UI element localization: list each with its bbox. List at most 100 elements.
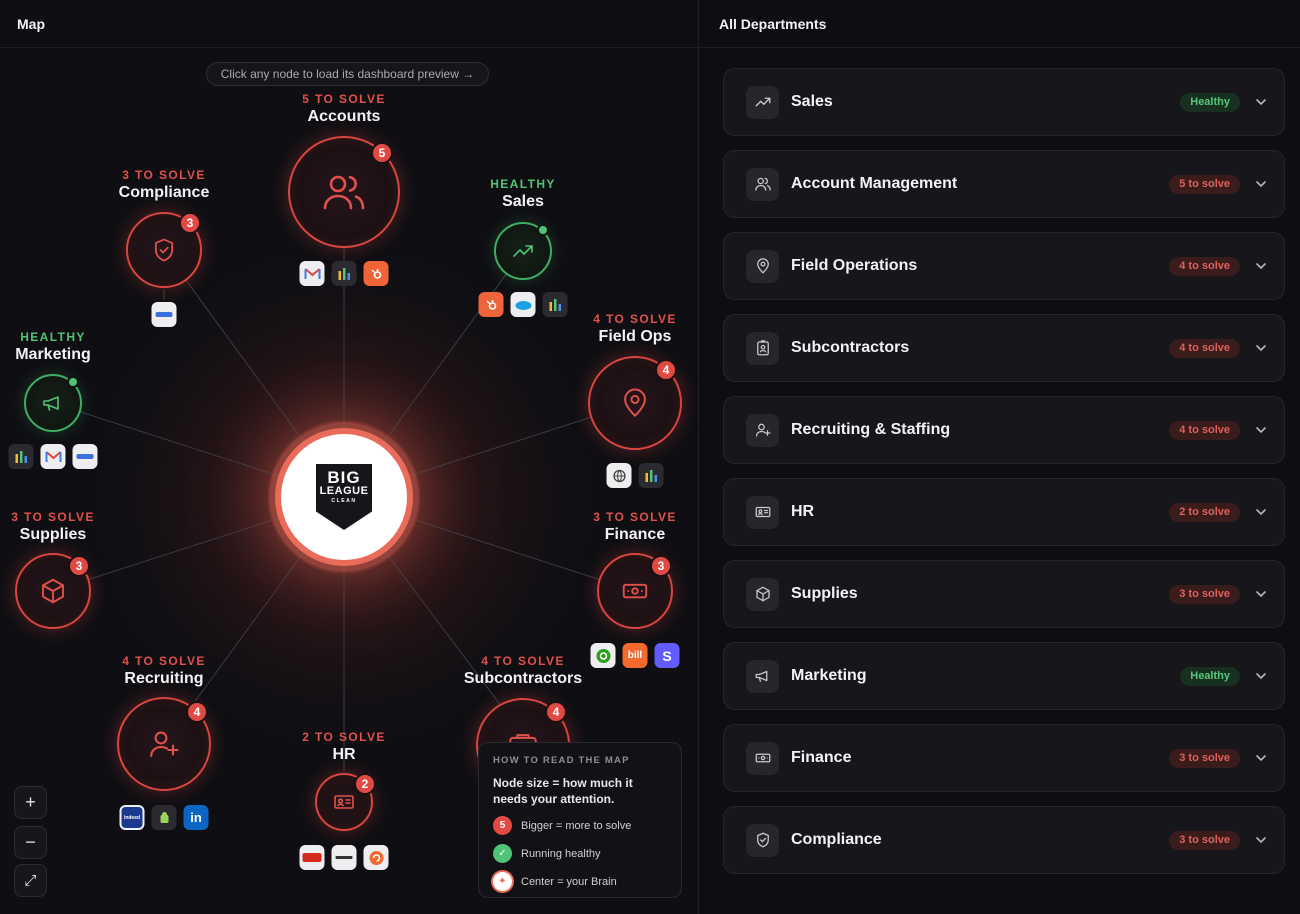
department-card-compliance[interactable]: Compliance 3 to solve xyxy=(723,806,1285,874)
department-card-recruiting-staffing[interactable]: Recruiting & Staffing 4 to solve xyxy=(723,396,1285,464)
banknote-icon xyxy=(746,741,779,775)
chevron-down-icon[interactable] xyxy=(1254,341,1268,355)
id-card-icon xyxy=(334,795,354,809)
megaphone-icon xyxy=(746,659,779,693)
node-badge-accounts: 5 xyxy=(371,142,393,164)
refresh-app-icon xyxy=(363,845,389,870)
node-name: Finance xyxy=(604,526,666,543)
department-name: Account Management xyxy=(791,175,958,192)
department-card-field-operations[interactable]: Field Operations 4 to solve xyxy=(723,232,1285,300)
banknote-icon xyxy=(622,583,648,599)
chevron-down-icon[interactable] xyxy=(1254,423,1268,437)
integrations-recruiting: indeed in xyxy=(119,805,209,830)
node-name: Supplies xyxy=(19,526,87,543)
shield-check-icon xyxy=(154,238,174,262)
department-card-sales[interactable]: Sales Healthy xyxy=(723,68,1285,136)
node-badge-hr: 2 xyxy=(354,773,376,795)
integrations-compliance xyxy=(151,302,177,327)
dashboard-bars-icon xyxy=(8,444,34,469)
department-card-finance[interactable]: Finance 3 to solve xyxy=(723,724,1285,792)
chevron-down-icon[interactable] xyxy=(1254,505,1268,519)
fit-view-button[interactable]: ⤢ xyxy=(14,864,47,897)
hubspot-icon xyxy=(363,261,389,286)
departments-panel: All Departments Sales Healthy Account Ma… xyxy=(699,0,1300,914)
legend-text: Center = your Brain xyxy=(521,875,617,888)
chevron-down-icon[interactable] xyxy=(1254,177,1268,191)
logo-line-2: LEAGUE xyxy=(319,485,369,498)
map-panel-title: Map xyxy=(0,0,698,48)
status-badge: 4 to solve xyxy=(1169,338,1240,358)
dashboard-bars-icon xyxy=(638,463,664,488)
center-brain-logo[interactable]: BIG LEAGUE CLEAN xyxy=(281,434,407,560)
trending-up-icon xyxy=(746,85,779,119)
integrations-field-ops xyxy=(606,463,664,488)
node-badge-subcontractors: 4 xyxy=(545,701,567,723)
legend-text: Running healthy xyxy=(521,847,601,860)
megaphone-icon xyxy=(43,396,59,411)
node-badge-finance: 3 xyxy=(650,555,672,577)
department-card-hr[interactable]: HR 2 to solve xyxy=(723,478,1285,546)
status-badge: 5 to solve xyxy=(1169,174,1240,194)
status-badge: Healthy xyxy=(1180,92,1240,112)
integrations-accounts xyxy=(299,261,389,286)
chevron-down-icon[interactable] xyxy=(1254,833,1268,847)
globe-app-icon xyxy=(606,463,632,488)
node-status: HEALTHY xyxy=(490,177,556,191)
department-card-account-management[interactable]: Account Management 5 to solve xyxy=(723,150,1285,218)
big-league-clean-logo: BIG LEAGUE CLEAN xyxy=(316,464,372,530)
salesforce-icon xyxy=(510,292,536,317)
legend-row-center: ✦ Center = your Brain xyxy=(493,872,667,891)
node-badge-recruiting: 4 xyxy=(186,701,208,723)
node-label-field-ops: 4 TO SOLVE Field Ops xyxy=(593,312,677,346)
chevron-down-icon[interactable] xyxy=(1254,259,1268,273)
chevron-down-icon[interactable] xyxy=(1254,669,1268,683)
integrations-finance: bill S xyxy=(590,643,680,668)
zoom-out-button[interactable]: − xyxy=(14,826,47,859)
zoom-in-button[interactable]: + xyxy=(14,786,47,819)
node-name: Sales xyxy=(502,193,544,210)
department-card-subcontractors[interactable]: Subcontractors 4 to solve xyxy=(723,314,1285,382)
node-name: Marketing xyxy=(15,346,91,363)
node-status: 3 TO SOLVE xyxy=(593,510,677,524)
shield-icon xyxy=(746,823,779,857)
trending-up-icon xyxy=(513,245,533,257)
legend-text: Bigger = more to solve xyxy=(521,819,632,832)
departments-panel-title: All Departments xyxy=(699,0,1300,48)
gmail-icon xyxy=(40,444,66,469)
legend-row-bigger: 5 Bigger = more to solve xyxy=(493,816,667,835)
node-status: 4 TO SOLVE xyxy=(593,312,677,326)
node-name: Compliance xyxy=(118,184,210,201)
node-badge-field-ops: 4 xyxy=(655,359,677,381)
status-badge: 3 to solve xyxy=(1169,748,1240,768)
indeed-icon: indeed xyxy=(119,805,145,830)
node-label-sales: HEALTHY Sales xyxy=(490,177,556,211)
department-name: HR xyxy=(791,503,815,520)
department-card-marketing[interactable]: Marketing Healthy xyxy=(723,642,1285,710)
chevron-down-icon[interactable] xyxy=(1254,587,1268,601)
department-name: Marketing xyxy=(791,667,867,684)
hubspot-icon xyxy=(478,292,504,317)
android-app-icon xyxy=(151,805,177,830)
chevron-down-icon[interactable] xyxy=(1254,95,1268,109)
node-name: HR xyxy=(332,746,356,763)
node-status: 3 TO SOLVE xyxy=(11,510,95,524)
department-name: Compliance xyxy=(791,831,882,848)
node-status: 3 TO SOLVE xyxy=(122,168,206,182)
node-label-marketing: HEALTHY Marketing xyxy=(15,330,91,364)
indeed-label: indeed xyxy=(121,807,143,828)
quickbooks-icon xyxy=(590,643,616,668)
linkedin-icon: in xyxy=(183,805,209,830)
node-label-accounts: 5 TO SOLVE Accounts xyxy=(302,92,386,126)
node-label-recruiting: 4 TO SOLVE Recruiting xyxy=(122,654,206,688)
brain-center-icon: ✦ xyxy=(493,872,512,891)
status-badge: 4 to solve xyxy=(1169,256,1240,276)
map-panel: Map Click any node to load its dashboard… xyxy=(0,0,698,914)
node-label-finance: 3 TO SOLVE Finance xyxy=(593,510,677,544)
legend-title: HOW TO READ THE MAP xyxy=(493,755,630,766)
department-list: Sales Healthy Account Management 5 to so… xyxy=(723,68,1285,888)
paycom-icon xyxy=(331,845,357,870)
dashboard-bars-icon xyxy=(542,292,568,317)
legend-description: Node size = how much it needs your atten… xyxy=(493,776,633,806)
chevron-down-icon[interactable] xyxy=(1254,751,1268,765)
department-card-supplies[interactable]: Supplies 3 to solve xyxy=(723,560,1285,628)
